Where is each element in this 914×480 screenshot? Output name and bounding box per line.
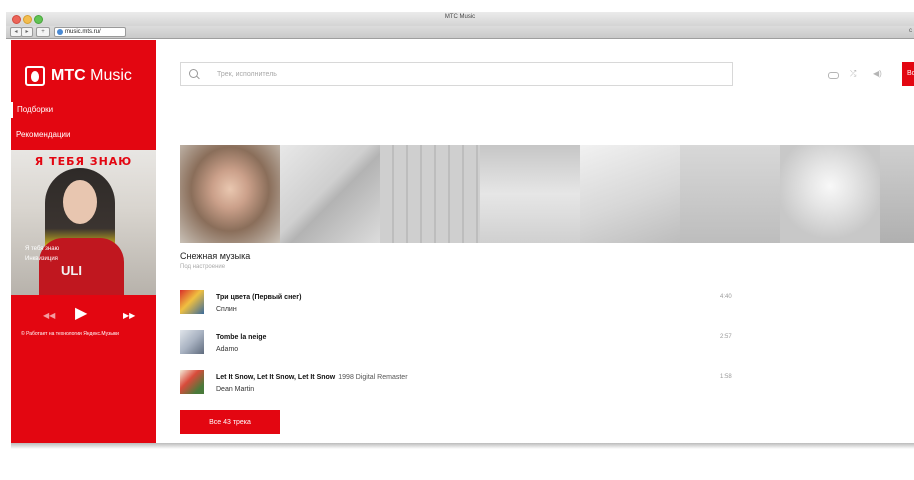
toolbar-right-text: c: [909, 28, 912, 34]
banner-image-girl: [180, 145, 280, 243]
forward-button[interactable]: ▸: [21, 27, 33, 37]
track-duration: 1:58: [720, 374, 732, 380]
search-icon: [189, 69, 198, 78]
track-row[interactable]: Tombe la neige Adamo 2:57: [180, 330, 740, 358]
search-box[interactable]: [180, 62, 733, 86]
album-cover[interactable]: ULI Я ТЕБЯ ЗНАЮ: [11, 150, 156, 295]
playlist-title: Снежная музыка: [180, 251, 251, 261]
next-icon[interactable]: ▶▶: [123, 312, 135, 320]
banner-image-woman: [580, 145, 680, 243]
prev-icon[interactable]: ◀◀: [43, 312, 55, 320]
add-tab-button[interactable]: +: [36, 27, 50, 37]
track-row[interactable]: Три цвета (Первый снег) Сплин 4:40: [180, 290, 740, 318]
browser-toolbar: ◂ ▸ + music.mts.ru/ c: [6, 26, 914, 39]
logo[interactable]: МТС Music: [25, 65, 132, 87]
banner-image-bird: [280, 145, 380, 243]
banner-image-trees: [880, 145, 914, 243]
track-duration: 4:40: [720, 294, 732, 300]
track-name: Let It Snow, Let It Snow, Let It Snow 199…: [216, 374, 408, 381]
search-input[interactable]: [217, 67, 717, 81]
playlist-subtitle: Под настроение: [180, 264, 226, 270]
url-text: music.mts.ru/: [65, 29, 101, 35]
track-thumbnail: [180, 370, 204, 394]
track-name: Три цвета (Первый снег): [216, 294, 302, 301]
banner-image-heart: [780, 145, 880, 243]
now-playing-track: Я тебя знаю: [25, 246, 60, 252]
shuffle-icon[interactable]: ⤮: [850, 70, 856, 78]
window-shadow: [11, 443, 914, 449]
mts-egg-icon: [25, 66, 45, 86]
sidebar-item-recommendations[interactable]: Рекомендации: [11, 128, 156, 142]
login-button[interactable]: Во: [902, 62, 914, 86]
logo-text: МТС Music: [51, 67, 132, 84]
banner-image-skates: [380, 145, 480, 243]
track-thumbnail: [180, 330, 204, 354]
repeat-icon[interactable]: [828, 72, 839, 79]
playlist-banner[interactable]: [180, 145, 914, 243]
track-name: Tombe la neige: [216, 334, 267, 341]
all-tracks-button[interactable]: Все 43 трека: [180, 410, 280, 434]
now-playing-artist: Инквизиция: [25, 256, 58, 262]
track-artist[interactable]: Сплин: [216, 306, 237, 313]
play-icon[interactable]: ▶: [75, 306, 87, 322]
track-artist[interactable]: Dean Martin: [216, 386, 254, 393]
window-title: MTC Music: [444, 14, 476, 20]
url-bar[interactable]: music.mts.ru/: [54, 27, 126, 37]
sidebar-item-collections[interactable]: Подборки: [11, 102, 156, 118]
cover-title: Я ТЕБЯ ЗНАЮ: [34, 155, 133, 168]
track-artist[interactable]: Adamo: [216, 346, 238, 353]
window-titlebar: MTC Music: [6, 12, 914, 27]
cover-art-face: [63, 180, 97, 224]
track-row[interactable]: Let It Snow, Let It Snow, Let It Snow 199…: [180, 370, 740, 398]
banner-image-forest: [680, 145, 780, 243]
banner-image-snow: [480, 145, 580, 243]
track-duration: 2:57: [720, 334, 732, 340]
cover-shirt-text: ULI: [61, 263, 82, 278]
sidebar: МТС Music Подборки Рекомендации ULI Я ТЕ…: [11, 40, 156, 443]
volume-icon[interactable]: ◀): [873, 70, 882, 78]
track-thumbnail: [180, 290, 204, 314]
powered-by-text[interactable]: © Работает на технологии Яндекс.Музыки: [21, 331, 119, 337]
now-playing-info: Я тебя знаю Инквизиция: [25, 244, 59, 264]
globe-icon: [57, 29, 63, 35]
